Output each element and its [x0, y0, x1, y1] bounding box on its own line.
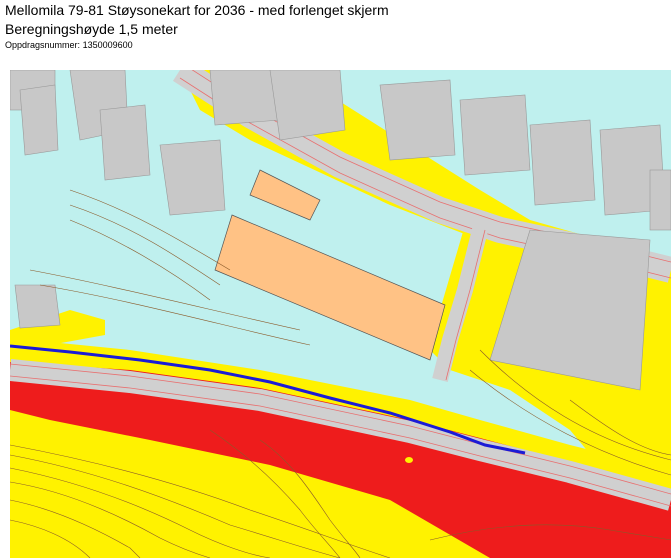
existing-building	[99, 104, 151, 181]
noise-zone-map[interactable]	[10, 70, 671, 558]
map-title: Mellomila 79-81 Støysonekart for 2036 - …	[5, 2, 389, 18]
order-number-value: 1350009600	[82, 40, 133, 50]
existing-building	[14, 284, 61, 329]
existing-building	[459, 94, 531, 176]
existing-building	[269, 70, 346, 141]
existing-building	[209, 70, 281, 126]
order-number-line: Oppdragsnummer: 1350009600	[5, 40, 133, 50]
existing-building	[529, 119, 596, 206]
existing-building	[159, 139, 226, 216]
order-number-label: Oppdragsnummer:	[5, 40, 81, 50]
map-subtitle: Beregningshøyde 1,5 meter	[5, 21, 178, 37]
yellow-marker	[405, 457, 413, 463]
existing-building	[379, 79, 456, 161]
existing-building	[649, 169, 671, 231]
existing-building	[19, 84, 59, 156]
